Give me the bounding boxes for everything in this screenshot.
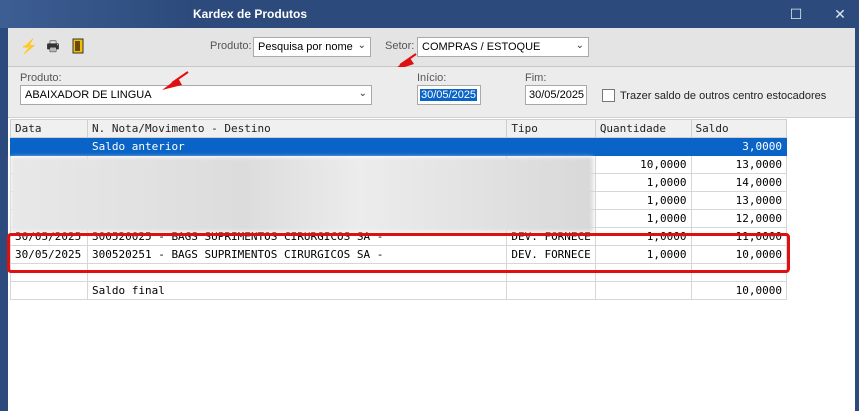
cell-saldo: 12,0000: [690, 209, 788, 228]
lightning-icon[interactable]: ⚡: [20, 38, 37, 54]
cell-saldo: 13,0000: [690, 155, 788, 174]
maximize-button[interactable]: ☐: [786, 4, 806, 24]
kardex-window: Kardex de Produtos ☐ ✕ ⚡ 🖶 Produto: Pesq…: [0, 0, 859, 411]
cell-tipo: [506, 137, 596, 156]
close-button[interactable]: ✕: [830, 4, 850, 24]
fim-label: Fim:: [525, 72, 547, 84]
produto-select[interactable]: ABAIXADOR DE LINGUA ⌄: [20, 85, 372, 105]
title-bar-blurred-area: [0, 0, 190, 28]
chevron-down-icon: ⌄: [575, 40, 584, 51]
cell-tipo: [506, 281, 596, 300]
printer-icon[interactable]: 🖶: [45, 38, 61, 54]
cell-saldo: 13,0000: [690, 191, 788, 210]
cell-quantidade: 1,0000: [594, 209, 692, 228]
column-header-saldo[interactable]: Saldo: [690, 119, 788, 138]
grid-header-row: Data N. Nota/Movimento - Destino Tipo Qu…: [10, 119, 788, 138]
produto-value: ABAIXADOR DE LINGUA: [25, 89, 152, 101]
setor-label: Setor:: [385, 40, 415, 52]
window-right-border: [855, 28, 859, 411]
cell-quantidade: [594, 137, 692, 156]
cell-data: [10, 137, 88, 156]
cell-saldo: 14,0000: [690, 173, 788, 192]
setor-value: COMPRAS / ESTOQUE: [422, 41, 541, 53]
inicio-date-input[interactable]: 30/05/2025: [417, 85, 481, 105]
cell-data: [10, 281, 88, 300]
window-title: Kardex de Produtos: [193, 7, 308, 21]
saldo-outros-label: Trazer saldo de outros centro estocadore…: [620, 90, 827, 102]
inicio-label: Início:: [417, 72, 447, 84]
redacted-area: [11, 157, 593, 232]
search-mode-value: Pesquisa por nome: [258, 41, 353, 53]
saldo-outros-checkbox[interactable]: [602, 89, 615, 102]
cell-quantidade: 10,0000: [594, 155, 692, 174]
fim-date-value: 30/05/2025: [529, 89, 585, 101]
cell-movimento: Saldo anterior: [86, 137, 508, 156]
cell-saldo: 3,0000: [690, 137, 788, 156]
column-header-data[interactable]: Data: [10, 119, 88, 138]
toolbar-produto-label: Produto:: [210, 40, 252, 52]
column-header-movimento[interactable]: N. Nota/Movimento - Destino: [86, 119, 508, 138]
chevron-down-icon: ⌄: [357, 40, 366, 51]
produto-label: Produto:: [20, 72, 62, 84]
annotation-arrow-produto: [162, 71, 189, 90]
fim-date-input[interactable]: 30/05/2025: [525, 85, 587, 105]
chevron-down-icon: ⌄: [358, 88, 367, 99]
exit-door-icon[interactable]: [70, 38, 86, 54]
setor-select[interactable]: COMPRAS / ESTOQUE ⌄: [417, 37, 589, 57]
search-mode-select[interactable]: Pesquisa por nome ⌄: [253, 37, 371, 57]
cell-quantidade: 1,0000: [594, 173, 692, 192]
cell-quantidade: 1,0000: [594, 191, 692, 210]
red-highlight-box: [7, 233, 790, 273]
window-left-border: [0, 28, 8, 411]
title-bar: Kardex de Produtos ☐ ✕: [0, 0, 859, 28]
cell-movimento: Saldo final: [86, 281, 508, 300]
table-row[interactable]: Saldo anterior 3,0000: [10, 137, 788, 156]
filter-panel: Produto: ABAIXADOR DE LINGUA ⌄ Início: 3…: [8, 67, 855, 118]
cell-saldo: 10,0000: [690, 281, 788, 300]
column-header-tipo[interactable]: Tipo: [506, 119, 596, 138]
table-row[interactable]: Saldo final 10,0000: [10, 281, 788, 300]
column-header-quantidade[interactable]: Quantidade: [594, 119, 692, 138]
cell-quantidade: [594, 281, 692, 300]
toolbar: ⚡ 🖶 Produto: Pesquisa por nome ⌄ Setor: …: [8, 28, 855, 67]
inicio-date-value: 30/05/2025: [420, 89, 478, 101]
